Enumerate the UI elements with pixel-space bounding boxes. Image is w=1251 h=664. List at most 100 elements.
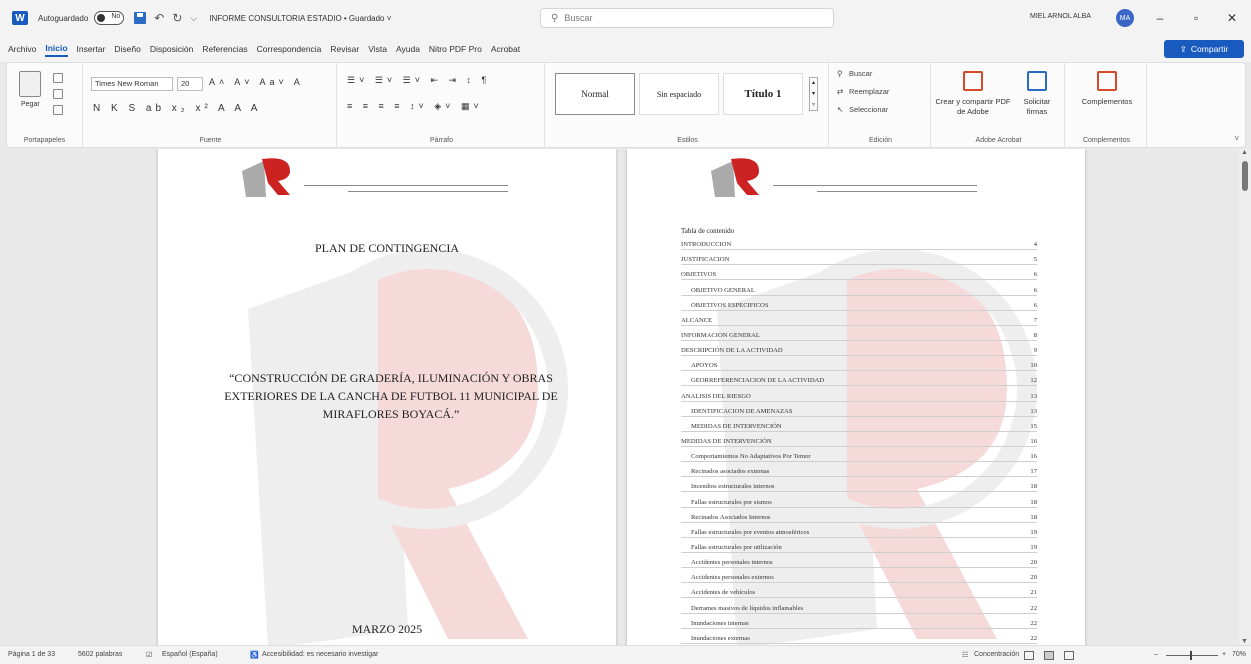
scroll-down-icon[interactable]: ▼ xyxy=(1241,638,1248,645)
toc-entry[interactable]: INTRODUCCION 4 xyxy=(681,235,1037,251)
tab-inicio[interactable]: Inicio xyxy=(45,41,68,57)
read-mode-icon[interactable] xyxy=(1024,651,1034,660)
tab-revisar[interactable]: Revisar xyxy=(330,42,359,56)
language-indicator[interactable]: Español (España) xyxy=(162,651,218,658)
autosave-toggle[interactable]: No xyxy=(94,11,125,25)
vertical-scrollbar[interactable]: ▲ ▼ xyxy=(1239,149,1251,645)
document-title[interactable]: INFORME CONSULTORIA ESTADIO • Guardado ˅ xyxy=(209,14,391,23)
tab-acrobat[interactable]: Acrobat xyxy=(491,42,520,56)
collapse-ribbon-icon[interactable]: ˅ xyxy=(1234,134,1239,143)
toc-entry[interactable]: Comportamientos No Adaptativos Por Temor… xyxy=(681,447,1037,463)
tab-insertar[interactable]: Insertar xyxy=(77,42,106,56)
replace-button[interactable]: Reemplazar xyxy=(849,87,889,96)
undo-icon[interactable]: ↶ xyxy=(154,11,164,25)
document-page-2[interactable]: Tabla de contenido INTRODUCCION 4 JUSTIFIC… xyxy=(627,149,1085,645)
font-size-select[interactable]: 20 xyxy=(177,77,203,91)
format-painter-icon[interactable] xyxy=(53,105,63,115)
proofing-icon[interactable]: ☑ xyxy=(146,651,152,659)
request-signatures-icon[interactable] xyxy=(1027,71,1047,91)
user-name[interactable]: MIEL ARNOL ALBA xyxy=(1030,13,1091,20)
style-heading-1[interactable]: Título 1 xyxy=(723,73,803,115)
customize-quick-access-icon[interactable]: ⌵ xyxy=(190,13,197,24)
word-count[interactable]: 5602 palabras xyxy=(78,651,122,658)
paragraph-align-controls[interactable]: ≡ ≡ ≡ ≡ ↕˅ ◈˅ ▦˅ xyxy=(347,101,483,112)
print-layout-icon[interactable] xyxy=(1044,651,1054,660)
accessibility-icon[interactable]: ♿ xyxy=(250,651,259,659)
toc-entry[interactable]: JUSTIFICACION 5 xyxy=(681,250,1037,266)
paragraph-list-controls[interactable]: ☰˅ ☰˅ ☰˅ ⇤ ⇥ ↕ ¶ xyxy=(347,75,490,86)
accessibility-status[interactable]: Accesibilidad: es necesario investigar xyxy=(262,651,378,658)
toc-entry[interactable]: Accidentes personales externos 20 xyxy=(681,568,1037,584)
copy-icon[interactable] xyxy=(53,89,63,99)
style-no-spacing[interactable]: Sin espaciado xyxy=(639,73,719,115)
font-name-select[interactable]: Times New Roman xyxy=(91,77,173,91)
toc-entry[interactable]: Fallas estructurales por utilización 19 xyxy=(681,538,1037,553)
toc-entry[interactable]: OBJETIVOS ESPECIFICOS 6 xyxy=(681,296,1037,311)
cut-icon[interactable] xyxy=(53,73,63,83)
select-icon[interactable]: ↖ xyxy=(837,105,843,114)
font-format-controls[interactable]: N K S ab x₂ x² A A A xyxy=(93,103,261,114)
select-button[interactable]: Seleccionar xyxy=(849,105,888,114)
focus-icon[interactable]: ☷ xyxy=(962,651,968,659)
scroll-up-icon[interactable]: ▲ xyxy=(1241,149,1248,156)
restore-icon[interactable]: ▫ xyxy=(1186,9,1206,27)
paste-icon[interactable] xyxy=(19,71,41,97)
toc-entry[interactable]: Incendios estructurales internos 18 xyxy=(681,477,1037,493)
tab-correspondencia[interactable]: Correspondencia xyxy=(257,42,322,56)
search-input[interactable]: ⚲ Buscar xyxy=(540,8,834,28)
zoom-slider-thumb[interactable] xyxy=(1190,651,1192,660)
toc-entry[interactable]: Accidentes personales internos 20 xyxy=(681,553,1037,569)
toc-entry[interactable]: INFORMACION GENERAL 8 xyxy=(681,326,1037,341)
replace-icon[interactable]: ⇄ xyxy=(837,87,843,96)
avatar[interactable]: MA xyxy=(1116,9,1134,27)
toc-entry[interactable]: GEORREFERENCIACION DE LA ACTIVIDAD 12 xyxy=(681,371,1037,387)
zoom-slider[interactable] xyxy=(1166,655,1218,656)
create-pdf-button[interactable]: Crear y compartir PDF de Adobe xyxy=(935,97,1011,117)
minimize-icon[interactable]: – xyxy=(1150,9,1170,27)
toc-entry[interactable]: Recinados asociados externas 17 xyxy=(681,462,1037,478)
request-signatures-button[interactable]: Solicitar firmas xyxy=(1017,97,1057,117)
toc-entry[interactable]: Derrames masivos de líquidos inflamables… xyxy=(681,598,1037,614)
find-icon[interactable]: ⚲ xyxy=(837,69,843,78)
toc-entry[interactable]: ANALISIS DEL RIESGO 13 xyxy=(681,386,1037,402)
web-layout-icon[interactable] xyxy=(1064,651,1074,660)
styles-scroll-icon[interactable]: ▴ ▾ ▿ xyxy=(809,77,818,111)
font-grow-shrink-controls[interactable]: A˄ A˅ Aa˅ A xyxy=(209,77,304,87)
toc-entry[interactable]: OBJETIVOS 6 xyxy=(681,265,1037,281)
toc-entry[interactable]: DESCRIPCIÓN DE LA ACTIVIDAD 9 xyxy=(681,341,1037,357)
toc-entry[interactable]: Fallas estructurales por sismos 18 xyxy=(681,492,1037,508)
tab-vista[interactable]: Vista xyxy=(368,42,387,56)
document-page-1[interactable]: PLAN DE CONTINGENCIA “CONSTRUCCIÓN DE GR… xyxy=(158,149,616,645)
toc-entry[interactable]: Fallas estructurales por eventos atmosfé… xyxy=(681,523,1037,538)
style-normal[interactable]: Normal xyxy=(555,73,635,115)
tab-archivo[interactable]: Archivo xyxy=(8,42,36,56)
page-count[interactable]: Página 1 de 33 xyxy=(8,651,55,658)
close-icon[interactable]: ✕ xyxy=(1222,9,1242,27)
toc-entry[interactable]: Inundaciones externas 22 xyxy=(681,629,1037,644)
create-pdf-icon[interactable] xyxy=(963,71,983,91)
save-icon[interactable] xyxy=(134,12,147,24)
toc-entry[interactable]: Inundaciones internas 22 xyxy=(681,614,1037,629)
addins-icon[interactable] xyxy=(1097,71,1117,91)
toc-entry[interactable]: ALCANCE 7 xyxy=(681,311,1037,326)
toc-entry[interactable]: IDENTIFICACION DE AMENAZAS 13 xyxy=(681,402,1037,417)
focus-mode[interactable]: Concentración xyxy=(974,651,1019,658)
zoom-level[interactable]: 70% xyxy=(1232,651,1246,658)
tab-diseno[interactable]: Diseño xyxy=(114,42,140,56)
redo-icon[interactable]: ↻ xyxy=(172,11,182,25)
tab-disposicion[interactable]: Disposición xyxy=(150,42,193,56)
tab-ayuda[interactable]: Ayuda xyxy=(396,42,420,56)
toc-entry[interactable]: OBJETIVO GENERAL 6 xyxy=(681,280,1037,296)
toc-entry[interactable]: Accidentes de vehículos 21 xyxy=(681,583,1037,599)
toc-entry[interactable]: MEDIDAS DE INTERVENCIÓN 16 xyxy=(681,432,1037,447)
scroll-thumb[interactable] xyxy=(1242,161,1248,191)
zoom-in-icon[interactable]: + xyxy=(1222,651,1226,658)
toc-entry[interactable]: MEDIDAS DE INTERVENCIÓN 15 xyxy=(681,417,1037,432)
paste-label[interactable]: Pegar xyxy=(21,101,40,108)
zoom-out-icon[interactable]: – xyxy=(1154,651,1158,658)
tab-referencias[interactable]: Referencias xyxy=(202,42,247,56)
toc-entry[interactable]: APOYOS 10 xyxy=(681,356,1037,372)
find-button[interactable]: Buscar xyxy=(849,69,872,78)
share-button[interactable]: ⇪ Compartir xyxy=(1164,40,1244,58)
toc-entry[interactable]: Recinados Asociados Internos 18 xyxy=(681,508,1037,523)
